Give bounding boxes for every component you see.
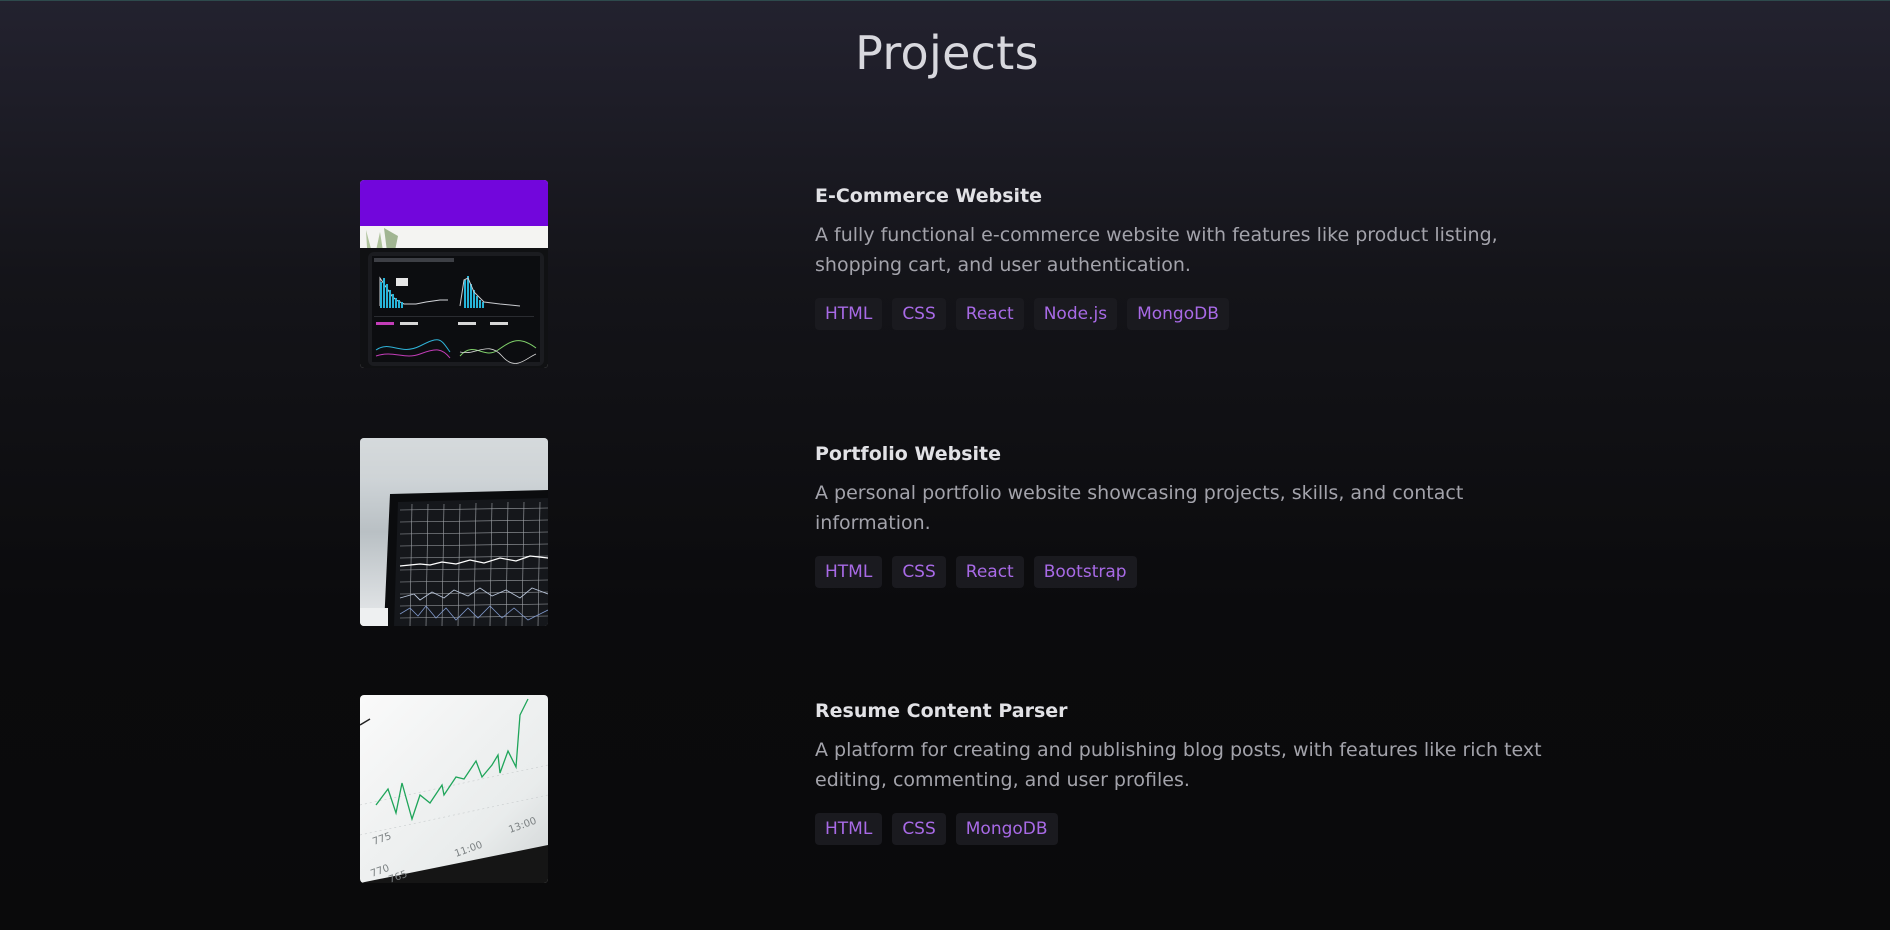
tech-tag: HTML (815, 556, 883, 588)
tech-tags: HTML CSS React Bootstrap (815, 556, 1555, 588)
tech-tag: HTML (815, 813, 883, 845)
project-info: E-Commerce Website A fully functional e-… (815, 183, 1555, 330)
page-title: Projects (855, 26, 1039, 80)
project-thumbnail[interactable] (360, 180, 548, 368)
tech-tag: Bootstrap (1033, 556, 1137, 588)
project-title[interactable]: E-Commerce Website (815, 183, 1555, 209)
project-title[interactable]: Resume Content Parser (815, 698, 1555, 724)
tech-tags: HTML CSS React Node.js MongoDB (815, 298, 1555, 330)
printed-line-chart-image: 775 770 11:00 13:00 765 (360, 695, 548, 883)
dashboard-tablet-image (360, 180, 548, 368)
project-card-portfolio: Portfolio Website A personal portfolio w… (360, 438, 1560, 628)
tech-tag: MongoDB (955, 813, 1058, 845)
tech-tag: HTML (815, 298, 883, 330)
project-thumbnail[interactable] (360, 438, 548, 626)
project-description: A personal portfolio website showcasing … (815, 482, 1464, 534)
project-description: A platform for creating and publishing b… (815, 739, 1542, 791)
tech-tag: CSS (892, 813, 946, 845)
tech-tag: MongoDB (1127, 298, 1229, 330)
tech-tag: React (955, 298, 1024, 330)
project-thumbnail[interactable]: 775 770 11:00 13:00 765 (360, 695, 548, 883)
tech-tag: CSS (892, 556, 946, 588)
tech-tag: Node.js (1033, 298, 1118, 330)
project-description: A fully functional e-commerce website wi… (815, 224, 1498, 276)
tech-tag: CSS (892, 298, 946, 330)
project-title[interactable]: Portfolio Website (815, 441, 1555, 467)
project-info: Resume Content Parser A platform for cre… (815, 698, 1555, 845)
top-border (0, 0, 1890, 1)
project-info: Portfolio Website A personal portfolio w… (815, 441, 1555, 588)
tech-tags: HTML CSS MongoDB (815, 813, 1555, 845)
project-card-resume-parser: 775 770 11:00 13:00 765 Resume Content P… (360, 695, 1560, 885)
project-card-ecommerce: E-Commerce Website A fully functional e-… (360, 180, 1560, 370)
tech-tag: React (955, 556, 1024, 588)
laptop-chart-image (360, 438, 548, 626)
